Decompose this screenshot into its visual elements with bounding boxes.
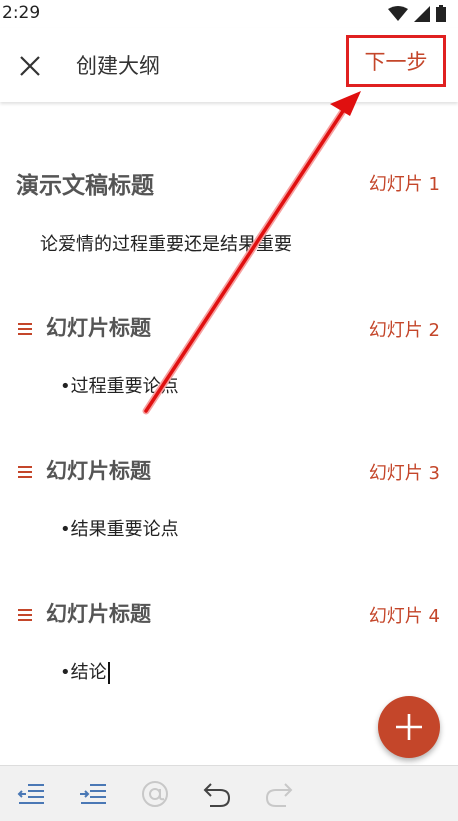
redo-button[interactable] — [264, 780, 294, 808]
wifi-icon — [388, 5, 408, 21]
app-bar: 创建大纲 下一步 — [0, 28, 458, 102]
drag-handle-icon[interactable] — [18, 323, 32, 336]
undo-button[interactable] — [202, 780, 232, 808]
slide-title[interactable]: 幻灯片标题 — [46, 598, 151, 628]
drag-handle-icon[interactable] — [18, 609, 32, 622]
status-icons — [388, 5, 446, 22]
battery-icon — [436, 5, 446, 22]
close-button[interactable] — [18, 54, 42, 78]
next-button[interactable]: 下一步 — [346, 35, 446, 87]
slide-number-3: 幻灯片 3 — [368, 463, 440, 484]
page-title: 创建大纲 — [76, 54, 160, 78]
status-bar: 2:29 — [0, 0, 458, 28]
next-button-label: 下一步 — [364, 50, 428, 74]
drag-handle-icon[interactable] — [18, 466, 32, 479]
slide-bullet-text[interactable]: •结论 — [60, 662, 107, 683]
outdent-button[interactable] — [16, 780, 46, 808]
signal-icon — [414, 5, 430, 22]
slide-bullet[interactable]: •结果重要论点 — [60, 515, 179, 541]
slide-bullet-with-caret[interactable]: •结论 — [60, 658, 110, 684]
bottom-toolbar — [0, 765, 458, 821]
slide-block-2: 幻灯片标题 幻灯片 2 •过程重要论点 — [0, 312, 458, 422]
slide-block-3: 幻灯片标题 幻灯片 3 •结果重要论点 — [0, 455, 458, 565]
slide-block-4: 幻灯片标题 幻灯片 4 •结论 — [0, 598, 458, 708]
text-caret — [107, 662, 110, 684]
slide-title[interactable]: 幻灯片标题 — [46, 455, 151, 485]
undo-icon — [203, 783, 231, 807]
presentation-title[interactable]: 演示文稿标题 — [16, 166, 154, 200]
slide-number-2: 幻灯片 2 — [368, 320, 440, 341]
presentation-subtitle[interactable]: 论爱情的过程重要还是结果重要 — [40, 230, 292, 256]
outdent-icon — [17, 784, 44, 804]
status-time: 2:29 — [2, 3, 41, 23]
slide-bullet[interactable]: •过程重要论点 — [60, 372, 179, 398]
close-icon — [20, 56, 40, 76]
plus-icon — [396, 714, 422, 740]
add-slide-button[interactable] — [378, 696, 440, 758]
outline-editor: 演示文稿标题 幻灯片 1 论爱情的过程重要还是结果重要 幻灯片标题 幻灯片 2 … — [0, 102, 458, 765]
slide-number-4: 幻灯片 4 — [368, 606, 440, 627]
slide-number-1: 幻灯片 1 — [368, 174, 440, 195]
redo-icon — [265, 783, 293, 807]
mention-button[interactable] — [140, 780, 170, 808]
at-icon — [142, 781, 168, 807]
slide-title[interactable]: 幻灯片标题 — [46, 312, 151, 342]
indent-button[interactable] — [78, 780, 108, 808]
indent-icon — [80, 784, 106, 804]
